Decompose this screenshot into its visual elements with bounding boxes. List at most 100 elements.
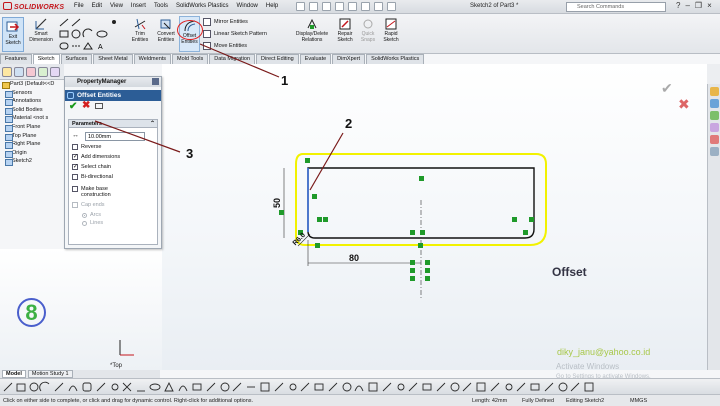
tab-mold-tools[interactable]: Mold Tools (172, 54, 209, 64)
restore-icon[interactable]: ❐ (695, 1, 702, 10)
appearances-icon[interactable] (710, 135, 719, 144)
confirm-ok-icon[interactable]: ✔ (661, 80, 673, 97)
rebuild-icon[interactable] (374, 2, 383, 11)
display-delete-relations-button[interactable]: Display/Delete Relations (292, 17, 332, 43)
tab-surfaces[interactable]: Surfaces (60, 54, 93, 64)
command-tabs: Features Sketch Surfaces Sheet Metal Wel… (0, 54, 460, 64)
tab-motion-study[interactable]: Motion Study 1 (27, 370, 73, 378)
pin-icon[interactable] (95, 103, 103, 109)
select-chain-checkbox[interactable]: ✓ Select chain (72, 164, 154, 172)
view-palette-icon[interactable] (710, 123, 719, 132)
menu-window[interactable]: Window (237, 3, 258, 9)
cap-ends-checkbox: Cap ends (72, 202, 154, 210)
status-editing: Editing Sketch2 (566, 398, 605, 404)
sketch-toolbar (0, 378, 720, 394)
bi-directional-checkbox[interactable]: Bi-directional (72, 174, 154, 182)
parameters-section-header[interactable]: Parameters ⌃ (68, 119, 158, 128)
smart-dimension-button[interactable]: Smart Dimension (28, 17, 54, 43)
config-icon[interactable] (26, 67, 36, 77)
menu-view[interactable]: View (110, 3, 123, 9)
options-icon[interactable] (387, 2, 396, 11)
tab-evaluate[interactable]: Evaluate (299, 54, 332, 64)
dimension-80[interactable]: 80 (349, 253, 359, 263)
save-icon[interactable] (322, 2, 331, 11)
make-base-construction-checkbox[interactable]: Make base construction (72, 186, 154, 198)
status-definition: Fully Defined (522, 398, 555, 404)
tab-plastics[interactable]: SolidWorks Plastics (366, 54, 425, 64)
tab-features[interactable]: Features (0, 54, 32, 64)
display-icon[interactable] (50, 67, 60, 77)
menu-file[interactable]: File (74, 3, 84, 9)
status-length: Length: 42mm (472, 398, 508, 404)
sketch-tools-icons[interactable]: A (58, 18, 124, 52)
tree-item-origin[interactable]: Origin (0, 149, 64, 158)
tree-item-part[interactable]: Part3 (Default<<D (0, 80, 64, 89)
tree-item-top-plane[interactable]: Top Plane (0, 132, 64, 141)
move-icon (203, 42, 211, 50)
tab-data-migration[interactable]: Data Migration (209, 54, 256, 64)
tab-sheet-metal[interactable]: Sheet Metal (93, 54, 133, 64)
tab-sketch[interactable]: Sketch (32, 54, 60, 64)
tree-item-sketch2[interactable]: Sketch2 (0, 157, 64, 166)
units-selector[interactable]: MMGS (630, 398, 647, 404)
feature-tree-icon[interactable] (2, 67, 12, 77)
tree-item-solid-bodies[interactable]: Solid Bodies (0, 106, 64, 115)
search-input[interactable]: Search Commands (566, 2, 666, 12)
mirror-entities-button[interactable]: Mirror Entities (203, 18, 248, 26)
sketch-toolbar-icons[interactable] (0, 379, 720, 395)
pm-collapse-icon[interactable] (152, 78, 159, 85)
resources-icon[interactable] (710, 87, 719, 96)
dimxpert-icon[interactable] (38, 67, 48, 77)
graphics-area[interactable] (162, 64, 707, 370)
rapid-sketch-button[interactable]: Rapid Sketch (381, 17, 401, 43)
quick-access-toolbar (296, 2, 396, 11)
custom-properties-icon[interactable] (710, 147, 719, 156)
quick-snaps-button[interactable]: Quick Snaps (358, 17, 378, 43)
chevron-up-icon: ⌃ (149, 121, 155, 127)
reverse-checkbox[interactable]: Reverse (72, 144, 154, 152)
exit-sketch-button[interactable]: Exit Sketch (2, 17, 24, 52)
tab-weldments[interactable]: Weldments (133, 54, 172, 64)
tree-item-material[interactable]: Material <not s (0, 114, 64, 123)
offset-distance-icon: ↔ (72, 132, 79, 139)
menu-help[interactable]: Help (266, 3, 278, 9)
repair-sketch-button[interactable]: Repair Sketch (334, 17, 356, 43)
menu-plastics[interactable]: SolidWorks Plastics (176, 3, 229, 9)
annotation-number-1: 1 (281, 73, 289, 88)
linear-pattern-button[interactable]: Linear Sketch Pattern (203, 30, 267, 38)
close-icon[interactable]: × (707, 1, 712, 10)
move-entities-button[interactable]: Move Entities (203, 42, 247, 50)
file-explorer-icon[interactable] (710, 111, 719, 120)
tree-item-right-plane[interactable]: Right Plane (0, 140, 64, 149)
solidworks-logo[interactable]: SOLIDWORKS (3, 2, 64, 11)
cancel-x-icon[interactable]: ✖ (82, 100, 90, 111)
menu-edit[interactable]: Edit (92, 3, 102, 9)
undo-icon[interactable] (348, 2, 357, 11)
tree-item-front-plane[interactable]: Front Plane (0, 123, 64, 132)
tab-model[interactable]: Model (2, 370, 26, 378)
tree-item-annotations[interactable]: Annotations (0, 97, 64, 106)
offset-distance-input[interactable] (85, 132, 145, 141)
dimension-50[interactable]: 50 (272, 198, 282, 208)
confirm-cancel-icon[interactable]: ✖ (678, 96, 690, 113)
minimize-icon[interactable]: – (685, 1, 689, 10)
tab-dimxpert[interactable]: DimXpert (332, 54, 366, 64)
sketch-entity-tools: A (58, 18, 124, 52)
checkmark-icon: ✓ (72, 164, 79, 170)
menu-tools[interactable]: Tools (154, 3, 168, 9)
print-icon[interactable] (335, 2, 344, 11)
view-tools (707, 64, 720, 84)
property-icon[interactable] (14, 67, 24, 77)
select-icon[interactable] (361, 2, 370, 11)
help-icon[interactable]: ? (676, 1, 680, 10)
convert-entities-button[interactable]: Convert Entities (154, 17, 178, 43)
tab-direct-editing[interactable]: Direct Editing (256, 54, 299, 64)
open-icon[interactable] (309, 2, 318, 11)
menu-insert[interactable]: Insert (131, 3, 146, 9)
design-library-icon[interactable] (710, 99, 719, 108)
add-dimensions-checkbox[interactable]: ✓ Add dimensions (72, 154, 154, 162)
new-icon[interactable] (296, 2, 305, 11)
ok-check-icon[interactable]: ✔ (69, 101, 77, 112)
trim-entities-button[interactable]: Trim Entities (128, 17, 152, 43)
tree-item-sensors[interactable]: Sensors (0, 89, 64, 98)
